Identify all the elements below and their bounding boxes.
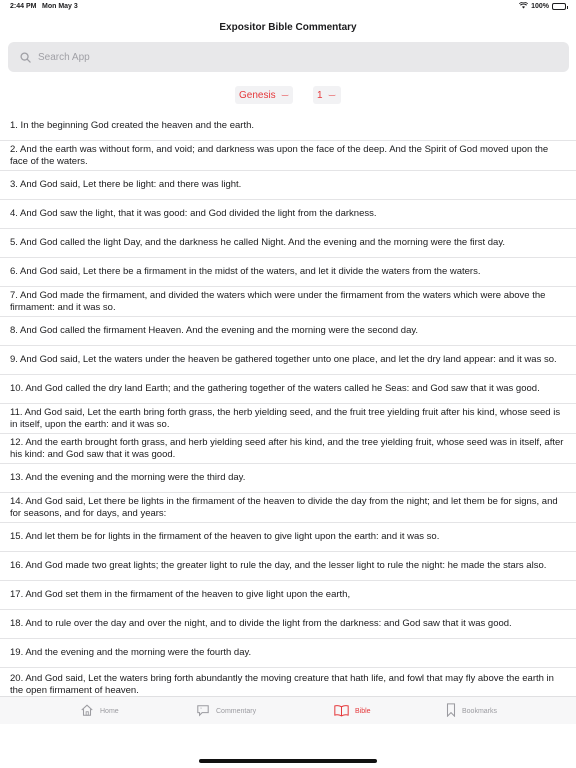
verse-row[interactable]: 5. And God called the light Day, and the… bbox=[0, 229, 576, 258]
search-input[interactable] bbox=[38, 51, 538, 63]
tab-commentary-label: Commentary bbox=[216, 707, 257, 715]
status-date: Mon May 3 bbox=[42, 3, 78, 10]
verse-text: 16. And God made two great lights; the g… bbox=[10, 560, 547, 571]
verse-row[interactable]: 9. And God said, Let the waters under th… bbox=[0, 346, 576, 375]
tab-commentary[interactable]: “ Commentary bbox=[196, 697, 256, 725]
verse-row[interactable]: 17. And God set them in the firmament of… bbox=[0, 581, 576, 610]
verse-text: 7. And God made the firmament, and divid… bbox=[10, 289, 546, 313]
tab-home[interactable]: Home bbox=[80, 697, 119, 725]
verse-text: 10. And God called the dry land Earth; a… bbox=[10, 383, 540, 394]
verse-row[interactable]: 10. And God called the dry land Earth; a… bbox=[0, 375, 576, 404]
bookmark-icon bbox=[446, 703, 456, 719]
verse-text: 6. And God said, Let there be a firmamen… bbox=[10, 266, 481, 277]
verse-row[interactable]: 15. And let them be for lights in the fi… bbox=[0, 523, 576, 552]
chevron-down-icon: ⌣ bbox=[280, 89, 289, 100]
verse-text: 14. And God said, Let there be lights in… bbox=[10, 495, 558, 519]
verse-text: 8. And God called the firmament Heaven. … bbox=[10, 325, 419, 336]
verse-text: 2. And the earth was without form, and v… bbox=[10, 143, 549, 167]
tab-bookmarks[interactable]: Bookmarks bbox=[446, 697, 497, 725]
book-dropdown-label: Genesis bbox=[239, 89, 276, 101]
house-icon bbox=[80, 703, 94, 719]
verse-row[interactable]: 13. And the evening and the morning were… bbox=[0, 464, 576, 493]
verse-row[interactable]: 4. And God saw the light, that it was go… bbox=[0, 200, 576, 229]
wifi-icon bbox=[519, 1, 529, 11]
passage-selector: Genesis ⌣ 1 ⌣ bbox=[0, 84, 576, 106]
chapter-dropdown[interactable]: 1 ⌣ bbox=[313, 86, 341, 104]
verse-row[interactable]: 19. And the evening and the morning were… bbox=[0, 639, 576, 668]
verse-text: 3. And God said, Let there be light: and… bbox=[10, 179, 242, 190]
verse-row[interactable]: 14. And God said, Let there be lights in… bbox=[0, 493, 576, 523]
verse-row[interactable]: 7. And God made the firmament, and divid… bbox=[0, 287, 576, 317]
verse-row[interactable]: 20. And God said, Let the waters bring f… bbox=[0, 668, 576, 695]
verse-text: 13. And the evening and the morning were… bbox=[10, 472, 246, 483]
tab-home-label: Home bbox=[100, 707, 119, 715]
verse-row[interactable]: 8. And God called the firmament Heaven. … bbox=[0, 317, 576, 346]
page-title: Expositor Bible Commentary bbox=[219, 22, 357, 33]
verse-text: 9. And God said, Let the waters under th… bbox=[10, 354, 557, 365]
battery-percent: 100% bbox=[531, 3, 549, 10]
verse-row[interactable]: 2. And the earth was without form, and v… bbox=[0, 141, 576, 171]
verse-text: 18. And to rule over the day and over th… bbox=[10, 618, 512, 629]
status-indicators: 100% bbox=[519, 1, 568, 11]
search-icon bbox=[18, 50, 32, 64]
verse-list[interactable]: 1. In the beginning God created the heav… bbox=[0, 112, 576, 695]
verse-text: 19. And the evening and the morning were… bbox=[10, 647, 252, 658]
verse-text: 11. And God said, Let the earth bring fo… bbox=[10, 406, 561, 430]
search-bar[interactable] bbox=[8, 42, 569, 72]
open-book-icon bbox=[334, 704, 349, 719]
speech-bubble-icon: “ bbox=[196, 704, 210, 719]
verse-row[interactable]: 6. And God said, Let there be a firmamen… bbox=[0, 258, 576, 287]
home-indicator[interactable] bbox=[199, 759, 377, 763]
battery-icon bbox=[552, 3, 568, 10]
verse-row[interactable]: 11. And God said, Let the earth bring fo… bbox=[0, 404, 576, 434]
tab-bible-label: Bible bbox=[355, 707, 371, 715]
book-dropdown[interactable]: Genesis ⌣ bbox=[235, 86, 293, 104]
verse-text: 15. And let them be for lights in the fi… bbox=[10, 531, 440, 542]
tab-bar: Home “ Commentary Bible Bookmarks bbox=[0, 696, 576, 724]
verse-row[interactable]: 12. And the earth brought forth grass, a… bbox=[0, 434, 576, 464]
tab-bible[interactable]: Bible bbox=[334, 697, 371, 725]
chevron-down-icon: ⌣ bbox=[327, 89, 336, 100]
chapter-dropdown-label: 1 bbox=[317, 89, 323, 101]
verse-text: 1. In the beginning God created the heav… bbox=[10, 120, 255, 131]
verse-text: 17. And God set them in the firmament of… bbox=[10, 589, 351, 600]
verse-row[interactable]: 1. In the beginning God created the heav… bbox=[0, 112, 576, 141]
tab-bookmarks-label: Bookmarks bbox=[462, 707, 498, 715]
svg-text:“: “ bbox=[200, 707, 202, 713]
verse-text: 4. And God saw the light, that it was go… bbox=[10, 208, 377, 219]
status-bar: 2:44 PM Mon May 3 100% bbox=[0, 0, 576, 14]
verse-text: 20. And God said, Let the waters bring f… bbox=[10, 673, 554, 695]
navigation-bar: Expositor Bible Commentary bbox=[0, 16, 576, 40]
verse-row[interactable]: 16. And God made two great lights; the g… bbox=[0, 552, 576, 581]
verse-text: 12. And the earth brought forth grass, a… bbox=[10, 436, 564, 460]
verse-row[interactable]: 18. And to rule over the day and over th… bbox=[0, 610, 576, 639]
status-time: 2:44 PM bbox=[10, 3, 37, 10]
verse-row[interactable]: 3. And God said, Let there be light: and… bbox=[0, 171, 576, 200]
verse-text: 5. And God called the light Day, and the… bbox=[10, 237, 506, 248]
